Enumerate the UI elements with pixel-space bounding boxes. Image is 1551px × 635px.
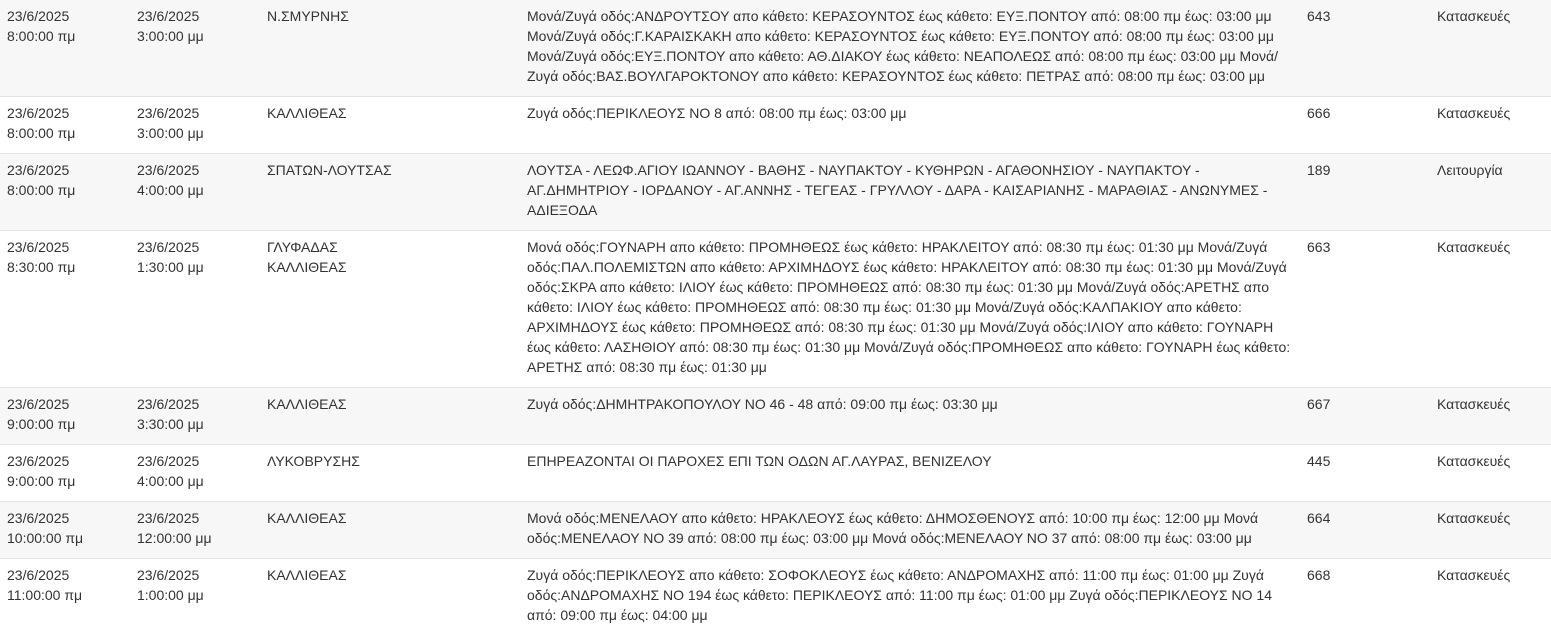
start-time: 9:00:00 πμ xyxy=(7,471,123,491)
end-time: 3:00:00 μμ xyxy=(137,26,253,46)
description-cell: Μονά οδός:ΜΕΝΕΛΑΟΥ απο κάθετο: ΗΡΑΚΛΕΟΥΣ… xyxy=(520,502,1300,559)
end-datetime-cell: 23/6/202512:00:00 μμ xyxy=(130,502,260,559)
start-time: 11:00:00 πμ xyxy=(7,585,123,605)
outage-type: Κατασκευές xyxy=(1430,445,1551,502)
start-date: 23/6/2025 xyxy=(7,451,123,471)
end-time: 4:00:00 μμ xyxy=(137,180,253,200)
table-row: 23/6/20258:30:00 πμ23/6/20251:30:00 μμΓΛ… xyxy=(0,231,1551,388)
end-date: 23/6/2025 xyxy=(137,160,253,180)
end-datetime-cell: 23/6/20253:00:00 μμ xyxy=(130,0,260,97)
area-name: ΣΠΑΤΩΝ-ΛΟΥΤΣΑΣ xyxy=(267,160,513,180)
area-name: ΚΑΛΛΙΘΕΑΣ xyxy=(267,508,513,528)
end-datetime-cell: 23/6/20253:30:00 μμ xyxy=(130,388,260,445)
area-name: ΚΑΛΛΙΘΕΑΣ xyxy=(267,257,513,277)
start-time: 10:00:00 πμ xyxy=(7,528,123,548)
end-datetime-cell: 23/6/20253:00:00 μμ xyxy=(130,97,260,154)
area-cell: ΣΠΑΤΩΝ-ΛΟΥΤΣΑΣ xyxy=(260,154,520,231)
end-date: 23/6/2025 xyxy=(137,565,253,585)
description-cell: Ζυγά οδός:ΔΗΜΗΤΡΑΚΟΠΟΥΛΟΥ ΝΟ 46 - 48 από… xyxy=(520,388,1300,445)
start-time: 8:00:00 πμ xyxy=(7,180,123,200)
area-cell: ΚΑΛΛΙΘΕΑΣ xyxy=(260,97,520,154)
end-date: 23/6/2025 xyxy=(137,103,253,123)
description-cell: Μονά/Ζυγά οδός:ΑΝΔΡΟΥΤΣΟΥ απο κάθετο: ΚΕ… xyxy=(520,0,1300,97)
description-cell: ΕΠΗΡΕΑΖΟΝΤΑΙ ΟΙ ΠΑΡΟΧΕΣ ΕΠΙ ΤΩΝ ΟΔΩΝ ΑΓ.… xyxy=(520,445,1300,502)
end-date: 23/6/2025 xyxy=(137,6,253,26)
outage-number: 445 xyxy=(1300,445,1430,502)
table-row: 23/6/20258:00:00 πμ23/6/20253:00:00 μμΝ.… xyxy=(0,0,1551,97)
area-cell: ΓΛΥΦΑΔΑΣΚΑΛΛΙΘΕΑΣ xyxy=(260,231,520,388)
end-datetime-cell: 23/6/20254:00:00 μμ xyxy=(130,154,260,231)
start-date: 23/6/2025 xyxy=(7,6,123,26)
start-datetime-cell: 23/6/20258:00:00 πμ xyxy=(0,0,130,97)
area-name: Ν.ΣΜΥΡΝΗΣ xyxy=(267,6,513,26)
end-date: 23/6/2025 xyxy=(137,451,253,471)
outages-table-body: 23/6/20258:00:00 πμ23/6/20253:00:00 μμΝ.… xyxy=(0,0,1551,635)
end-datetime-cell: 23/6/20251:00:00 μμ xyxy=(130,559,260,635)
outage-type: Λειτουργία xyxy=(1430,154,1551,231)
table-row: 23/6/202511:00:00 πμ23/6/20251:00:00 μμΚ… xyxy=(0,559,1551,635)
start-time: 8:30:00 πμ xyxy=(7,257,123,277)
start-date: 23/6/2025 xyxy=(7,160,123,180)
start-date: 23/6/2025 xyxy=(7,565,123,585)
start-date: 23/6/2025 xyxy=(7,394,123,414)
description-cell: ΛΟΥΤΣΑ - ΛΕΩΦ.ΑΓΙΟΥ ΙΩΑΝΝΟΥ - ΒΑΘΗΣ - ΝΑ… xyxy=(520,154,1300,231)
outage-number: 664 xyxy=(1300,502,1430,559)
area-cell: ΛΥΚΟΒΡΥΣΗΣ xyxy=(260,445,520,502)
description-cell: Ζυγά οδός:ΠΕΡΙΚΛΕΟΥΣ απο κάθετο: ΣΟΦΟΚΛΕ… xyxy=(520,559,1300,635)
start-date: 23/6/2025 xyxy=(7,103,123,123)
outage-type: Κατασκευές xyxy=(1430,0,1551,97)
area-name: ΚΑΛΛΙΘΕΑΣ xyxy=(267,565,513,585)
outage-number: 643 xyxy=(1300,0,1430,97)
end-time: 3:30:00 μμ xyxy=(137,414,253,434)
end-time: 12:00:00 μμ xyxy=(137,528,253,548)
end-time: 1:00:00 μμ xyxy=(137,585,253,605)
end-time: 4:00:00 μμ xyxy=(137,471,253,491)
start-datetime-cell: 23/6/20259:00:00 πμ xyxy=(0,445,130,502)
table-row: 23/6/20259:00:00 πμ23/6/20254:00:00 μμΛΥ… xyxy=(0,445,1551,502)
outage-type: Κατασκευές xyxy=(1430,388,1551,445)
outage-type: Κατασκευές xyxy=(1430,97,1551,154)
area-name: ΚΑΛΛΙΘΕΑΣ xyxy=(267,103,513,123)
description-cell: Ζυγά οδός:ΠΕΡΙΚΛΕΟΥΣ ΝΟ 8 από: 08:00 πμ … xyxy=(520,97,1300,154)
start-datetime-cell: 23/6/20258:00:00 πμ xyxy=(0,97,130,154)
area-cell: ΚΑΛΛΙΘΕΑΣ xyxy=(260,502,520,559)
area-name: ΓΛΥΦΑΔΑΣ xyxy=(267,237,513,257)
outage-number: 663 xyxy=(1300,231,1430,388)
area-name: ΛΥΚΟΒΡΥΣΗΣ xyxy=(267,451,513,471)
start-time: 8:00:00 πμ xyxy=(7,123,123,143)
start-datetime-cell: 23/6/202510:00:00 πμ xyxy=(0,502,130,559)
outage-number: 667 xyxy=(1300,388,1430,445)
table-row: 23/6/20259:00:00 πμ23/6/20253:30:00 μμΚΑ… xyxy=(0,388,1551,445)
outage-type: Κατασκευές xyxy=(1430,502,1551,559)
end-date: 23/6/2025 xyxy=(137,237,253,257)
area-cell: ΚΑΛΛΙΘΕΑΣ xyxy=(260,388,520,445)
start-date: 23/6/2025 xyxy=(7,508,123,528)
end-time: 3:00:00 μμ xyxy=(137,123,253,143)
start-datetime-cell: 23/6/20258:00:00 πμ xyxy=(0,154,130,231)
outage-number: 666 xyxy=(1300,97,1430,154)
table-row: 23/6/20258:00:00 πμ23/6/20253:00:00 μμΚΑ… xyxy=(0,97,1551,154)
table-row: 23/6/20258:00:00 πμ23/6/20254:00:00 μμΣΠ… xyxy=(0,154,1551,231)
outage-type: Κατασκευές xyxy=(1430,559,1551,635)
end-datetime-cell: 23/6/20254:00:00 μμ xyxy=(130,445,260,502)
start-datetime-cell: 23/6/20258:30:00 πμ xyxy=(0,231,130,388)
end-time: 1:30:00 μμ xyxy=(137,257,253,277)
end-date: 23/6/2025 xyxy=(137,394,253,414)
area-cell: ΚΑΛΛΙΘΕΑΣ xyxy=(260,559,520,635)
start-date: 23/6/2025 xyxy=(7,237,123,257)
outage-number: 668 xyxy=(1300,559,1430,635)
outage-type: Κατασκευές xyxy=(1430,231,1551,388)
area-name: ΚΑΛΛΙΘΕΑΣ xyxy=(267,394,513,414)
outages-table: 23/6/20258:00:00 πμ23/6/20253:00:00 μμΝ.… xyxy=(0,0,1551,635)
start-time: 9:00:00 πμ xyxy=(7,414,123,434)
end-datetime-cell: 23/6/20251:30:00 μμ xyxy=(130,231,260,388)
table-row: 23/6/202510:00:00 πμ23/6/202512:00:00 μμ… xyxy=(0,502,1551,559)
description-cell: Μονά οδός:ΓΟΥΝΑΡΗ απο κάθετο: ΠΡΟΜΗΘΕΩΣ … xyxy=(520,231,1300,388)
start-time: 8:00:00 πμ xyxy=(7,26,123,46)
area-cell: Ν.ΣΜΥΡΝΗΣ xyxy=(260,0,520,97)
start-datetime-cell: 23/6/20259:00:00 πμ xyxy=(0,388,130,445)
start-datetime-cell: 23/6/202511:00:00 πμ xyxy=(0,559,130,635)
outage-number: 189 xyxy=(1300,154,1430,231)
end-date: 23/6/2025 xyxy=(137,508,253,528)
